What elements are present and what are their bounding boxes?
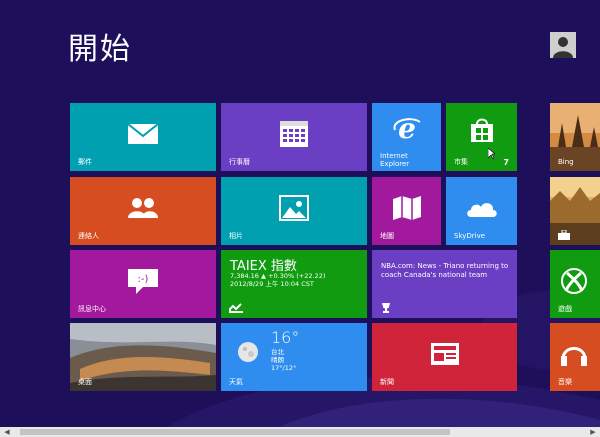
tile-games[interactable]: 遊戲 xyxy=(550,250,600,318)
tile-photos[interactable]: 相片 xyxy=(221,177,367,245)
tile-people[interactable]: 連絡人 xyxy=(70,177,216,245)
tile-label: 市集 xyxy=(454,158,468,166)
messaging-icon: :-) xyxy=(128,269,158,295)
headphones-icon xyxy=(561,347,587,367)
tile-label: 音樂 xyxy=(558,378,572,386)
tile-label: 遊戲 xyxy=(558,305,572,313)
tile-mail[interactable]: 郵件 xyxy=(70,103,216,171)
weather-high-low: 17°/12° xyxy=(271,364,297,372)
weather-moon-icon xyxy=(238,342,258,362)
scroll-right-icon[interactable]: ▶ xyxy=(588,427,598,437)
mouse-cursor-icon xyxy=(488,148,496,160)
store-icon xyxy=(470,118,493,143)
tile-maps[interactable]: 地圖 xyxy=(372,177,441,245)
tile-music[interactable]: 音樂 xyxy=(550,323,600,391)
tile-label: 訊息中心 xyxy=(78,305,106,313)
tile-label: 郵件 xyxy=(78,158,92,166)
finance-chart-icon xyxy=(229,303,243,313)
weather-condition: 晴朗 xyxy=(271,356,284,364)
tile-label: SkyDrive xyxy=(454,232,486,240)
store-update-count: 7 xyxy=(503,158,509,167)
user-avatar-icon[interactable] xyxy=(550,32,576,58)
tile-label: 行事曆 xyxy=(229,158,250,166)
start-title: 開始 xyxy=(68,32,132,67)
tile-label-line2: Explorer xyxy=(380,160,410,168)
tile-travel[interactable] xyxy=(550,177,600,245)
tile-label: 天氣 xyxy=(229,378,243,386)
tile-skydrive[interactable]: SkyDrive xyxy=(446,177,517,245)
tile-label: 地圖 xyxy=(380,232,394,240)
tile-label: 相片 xyxy=(229,232,243,240)
tile-internet-explorer[interactable]: e Internet Explorer xyxy=(372,103,441,171)
tile-bing[interactable]: Bing xyxy=(550,103,600,171)
tile-finance[interactable]: TAIEX 指數 7,384.16 ▲ +0.30% (+22.22) 2012… xyxy=(221,250,367,318)
tile-sports-news[interactable]: NBA.com: News - Triano returning to coac… xyxy=(372,250,517,318)
maps-icon xyxy=(392,196,421,221)
xbox-icon xyxy=(561,268,587,295)
tile-weather[interactable]: 16° 台北 晴朗 17°/12° 天氣 xyxy=(221,323,367,391)
weather-city: 台北 xyxy=(271,348,284,356)
finance-timestamp: 2012/8/29 上午 10:04 CST xyxy=(230,280,314,288)
weather-temperature: 16° xyxy=(271,328,300,347)
scroll-left-icon[interactable]: ◀ xyxy=(2,427,12,437)
internet-explorer-icon: e xyxy=(393,114,421,144)
suitcase-icon xyxy=(558,230,570,240)
scrollbar-thumb[interactable] xyxy=(20,429,450,435)
horizontal-scrollbar[interactable]: ◀ ▶ xyxy=(0,427,600,437)
mail-icon xyxy=(127,123,159,145)
news-icon xyxy=(430,343,459,366)
tile-news[interactable]: 新聞 xyxy=(372,323,517,391)
calendar-icon xyxy=(280,121,308,148)
tile-label: Bing xyxy=(558,158,574,166)
trophy-icon xyxy=(382,303,390,313)
tile-label: 新聞 xyxy=(380,378,394,386)
svg-text::-): :-) xyxy=(138,274,149,285)
photos-icon xyxy=(279,195,309,222)
people-icon xyxy=(128,198,158,219)
finance-quote: 7,384.16 ▲ +0.30% (+22.22) xyxy=(230,272,326,280)
tile-messaging[interactable]: :-) 訊息中心 xyxy=(70,250,216,318)
tile-label: 桌面 xyxy=(78,378,92,386)
sports-news-headline: NBA.com: News - Triano returning to coac… xyxy=(381,262,509,279)
tile-store[interactable]: 市集 7 xyxy=(446,103,517,171)
tile-label: 連絡人 xyxy=(78,232,99,240)
skydrive-icon xyxy=(466,203,497,218)
tile-label-line1: Internet xyxy=(380,152,408,160)
tile-calendar[interactable]: 行事曆 xyxy=(221,103,367,171)
tile-desktop[interactable]: 桌面 xyxy=(70,323,216,391)
